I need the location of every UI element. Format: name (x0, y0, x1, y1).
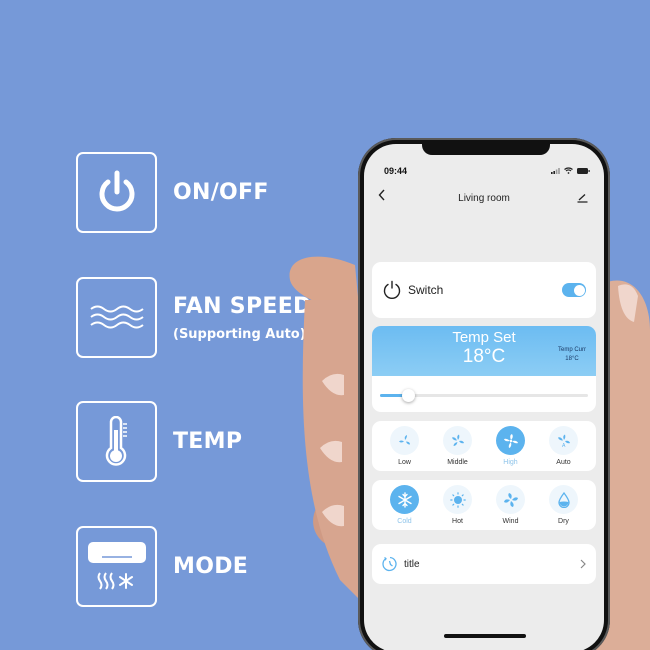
fan-speed-circle: A (549, 426, 578, 455)
mode-cold[interactable]: Cold (382, 480, 428, 530)
phone-frame: 09:44 Living room Switch Temp Set 18°C T… (358, 138, 610, 650)
temp-header: Temp Set 18°C Temp Curr 18°C (372, 326, 596, 376)
fan-icon (503, 492, 518, 507)
edit-button[interactable] (577, 190, 588, 208)
nav-title: Living room (458, 192, 510, 204)
fan-speed-circle (496, 426, 525, 455)
phone-notch (422, 144, 550, 155)
fan-speed-low[interactable]: Low (382, 421, 428, 471)
temp-current-value: 18°C (565, 356, 579, 362)
battery-icon (577, 167, 590, 174)
feature-label: TEMP (173, 429, 243, 454)
feature-temp: TEMP (76, 401, 242, 482)
timer-label: title (404, 558, 420, 570)
power-icon (383, 280, 401, 299)
feature-label: ON/OFF (173, 180, 269, 205)
chevron-right-icon (580, 559, 586, 569)
fan-speed-high[interactable]: High (488, 421, 534, 471)
feature-icon-box (76, 277, 157, 358)
fan-high-icon (503, 433, 518, 448)
temp-slider[interactable] (380, 389, 588, 402)
home-indicator (444, 634, 526, 638)
option-label: Middle (447, 459, 468, 466)
mode-wind[interactable]: Wind (488, 480, 534, 530)
timer-row[interactable]: title (372, 544, 596, 584)
fan-auto-icon: A (557, 434, 570, 448)
thermometer-icon (105, 415, 127, 466)
feature-icon-box (76, 526, 157, 607)
option-label: Low (398, 459, 411, 466)
temp-set-label: Temp Set (452, 329, 516, 346)
temp-current: Temp Curr 18°C (558, 346, 586, 364)
power-icon (99, 170, 134, 211)
switch-label: Switch (408, 283, 444, 297)
fan-low-icon (398, 434, 410, 444)
feature-icon-box (76, 401, 157, 482)
fan-speed-circle (443, 426, 472, 455)
wifi-icon (564, 167, 573, 174)
nav-bar: Living room (364, 188, 604, 208)
svg-text:A: A (562, 443, 566, 448)
feature-label: MODE (173, 554, 249, 579)
mode-hot[interactable]: Hot (435, 480, 481, 530)
snowflake-icon (397, 491, 412, 508)
droplet-icon (557, 491, 570, 508)
phone-screen: 09:44 Living room Switch Temp Set 18°C T… (364, 144, 604, 650)
option-label: Wind (502, 518, 519, 525)
option-label: High (503, 459, 518, 466)
feature-sublabel: (Supporting Auto) (173, 326, 306, 342)
mode-circle (496, 485, 525, 514)
mode-card: Cold Hot Wind Dry (372, 480, 596, 530)
feature-fan-speed: FAN SPEED (Supporting Auto) (76, 277, 312, 358)
feature-mode: MODE (76, 526, 248, 607)
air-conditioner-icon (87, 541, 146, 590)
mode-circle (390, 485, 419, 514)
option-label: Dry (558, 518, 569, 525)
mode-dry[interactable]: Dry (541, 480, 587, 530)
fan-speed-auto[interactable]: A Auto (541, 421, 587, 471)
fan-middle-icon (451, 434, 464, 446)
pencil-icon (577, 194, 588, 203)
sun-icon (449, 491, 466, 508)
waves-icon (89, 305, 144, 328)
option-label: Auto (556, 459, 571, 466)
mode-circle (549, 485, 578, 514)
feature-icon-box (76, 152, 157, 233)
temp-current-label: Temp Curr (557, 347, 586, 353)
feature-on-off: ON/OFF (76, 152, 269, 233)
status-icons (551, 167, 590, 174)
power-toggle[interactable] (562, 283, 586, 297)
temp-card: Temp Set 18°C Temp Curr 18°C (372, 326, 596, 412)
signal-icon (551, 167, 560, 174)
feature-label: FAN SPEED (173, 293, 312, 319)
fan-speed-circle (390, 426, 419, 455)
switch-card: Switch (372, 262, 596, 318)
option-label: Cold (397, 518, 412, 525)
fan-speed-card: Low Middle High A Auto (372, 421, 596, 471)
fan-speed-middle[interactable]: Middle (435, 421, 481, 471)
temp-slider-thumb[interactable] (402, 389, 415, 402)
status-time: 09:44 (384, 166, 408, 176)
mode-circle (443, 485, 472, 514)
option-label: Hot (452, 518, 463, 525)
timer-icon (382, 556, 397, 572)
